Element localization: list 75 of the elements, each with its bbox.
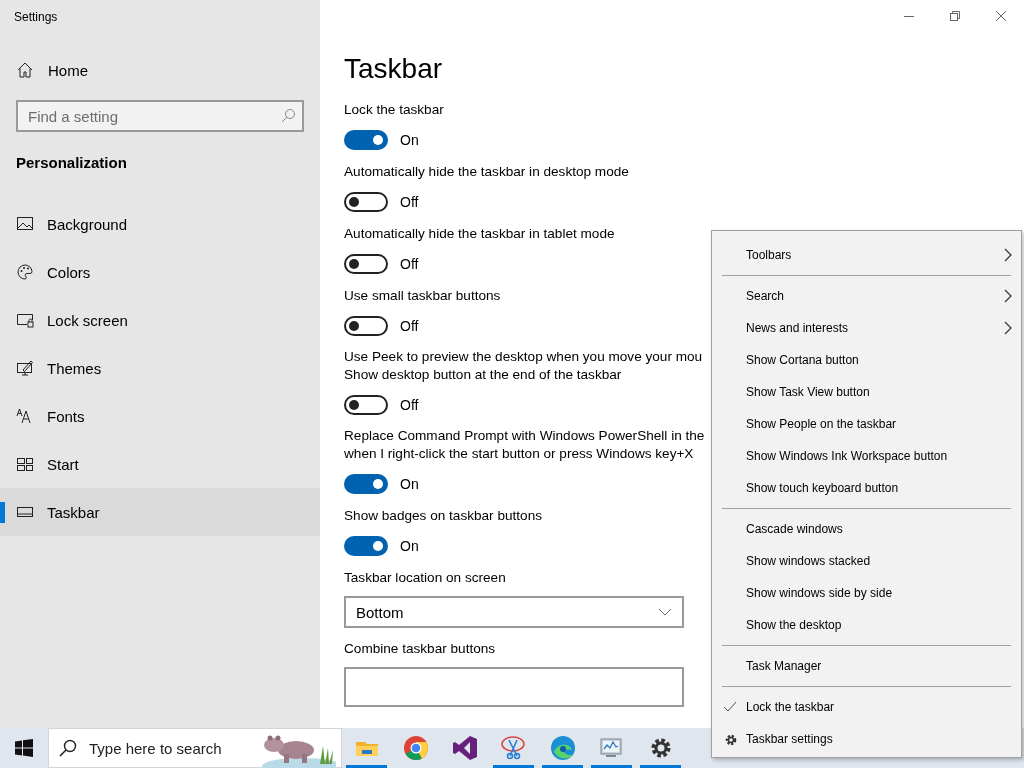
menu-item[interactable]: Show touch keyboard button	[712, 472, 1021, 504]
selection-indicator	[0, 502, 5, 523]
toggle-state: Off	[400, 397, 419, 413]
home-icon	[16, 61, 34, 79]
menu-item[interactable]: Cascade windows	[712, 513, 1021, 545]
toggle-state: Off	[400, 318, 419, 334]
toggle-state: Off	[400, 256, 419, 272]
toggle-switch[interactable]	[344, 316, 388, 336]
search-field[interactable]: Find a setting	[16, 100, 304, 132]
menu-item[interactable]: Taskbar settings	[712, 723, 1021, 755]
menu-item[interactable]: Show Windows Ink Workspace button	[712, 440, 1021, 472]
sidebar-item[interactable]: Background	[0, 200, 320, 248]
wave-logo-icon	[548, 734, 577, 762]
round-browser-icon	[401, 734, 430, 762]
menu-item[interactable]: Show Cortana button	[712, 344, 1021, 376]
section-heading: Personalization	[16, 154, 127, 171]
toggle-state: Off	[400, 194, 419, 210]
sidebar-item[interactable]: Start	[0, 440, 320, 488]
chevron-down-icon	[658, 608, 672, 616]
setting-label: Lock the taskbar	[344, 101, 444, 119]
setting-label: Use small taskbar buttons	[344, 287, 501, 305]
image-icon	[16, 215, 34, 233]
toggle-switch[interactable]	[344, 474, 388, 494]
setting-label: Combine taskbar buttons	[344, 640, 496, 658]
sidebar-item[interactable]: Lock screen	[0, 296, 320, 344]
sidebar-item[interactable]: Taskbar	[0, 488, 320, 536]
menu-item[interactable]: Show windows side by side	[712, 577, 1021, 609]
toggle-switch[interactable]	[344, 192, 388, 212]
menu-item[interactable]: Show windows stacked	[712, 545, 1021, 577]
setting-label: Replace Command Prompt with Windows PowerShell in the when I right-click the start button or press Windows key+X	[344, 427, 705, 463]
sidebar-item[interactable]: Colors	[0, 248, 320, 296]
setting-label: Taskbar location on screen	[344, 569, 506, 587]
chevron-right-icon	[1004, 289, 1012, 303]
toggle-switch[interactable]	[344, 395, 388, 415]
lock-screen-icon	[16, 311, 34, 329]
toggle-switch[interactable]	[344, 254, 388, 274]
toggle-switch[interactable]	[344, 130, 388, 150]
setting-label: Automatically hide the taskbar in desktop mode	[344, 163, 629, 181]
restore-icon[interactable]	[950, 11, 960, 21]
menu-item[interactable]: News and interests	[712, 312, 1021, 344]
menu-item[interactable]: Task Manager	[712, 650, 1021, 682]
font-icon	[16, 407, 34, 425]
menu-item[interactable]: Toolbars	[712, 239, 1021, 271]
scissors-icon	[499, 734, 528, 762]
menu-item[interactable]: Show Task View button	[712, 376, 1021, 408]
dropdown[interactable]: Bottom	[344, 596, 684, 628]
toggle-state: On	[400, 538, 419, 554]
menu-item[interactable]: Lock the taskbar	[712, 691, 1021, 723]
toggle-state: On	[400, 476, 419, 492]
checkmark-icon	[723, 701, 737, 713]
menu-item[interactable]: Search	[712, 280, 1021, 312]
close-icon[interactable]	[996, 11, 1006, 21]
menu-item[interactable]: Show People on the taskbar	[712, 408, 1021, 440]
home-link[interactable]: Home	[0, 50, 104, 90]
sidebar-item[interactable]: Fonts	[0, 392, 320, 440]
brush-monitor-icon	[16, 359, 34, 377]
chevron-right-icon	[1004, 321, 1012, 335]
sidebar-item[interactable]: Themes	[0, 344, 320, 392]
search-icon	[59, 739, 77, 757]
dropdown[interactable]	[344, 667, 684, 707]
setting-label: Use Peek to preview the desktop when you move your mou Show desktop button at the end of the taskbar	[344, 348, 703, 384]
window-title: Settings	[14, 10, 58, 24]
ribbon-logo-icon	[450, 734, 479, 762]
search-icon	[280, 108, 296, 124]
chevron-right-icon	[1004, 248, 1012, 262]
toggle-switch[interactable]	[344, 536, 388, 556]
gear-icon	[724, 733, 738, 747]
palette-icon	[16, 263, 34, 281]
menu-item[interactable]: Show the desktop	[712, 609, 1021, 641]
toggle-state: On	[400, 132, 419, 148]
windows-logo-icon	[15, 739, 33, 757]
page-heading: Taskbar	[344, 53, 443, 85]
setting-label: Automatically hide the taskbar in tablet mode	[344, 225, 615, 243]
setting-label: Show badges on taskbar buttons	[344, 507, 542, 525]
tiles-icon	[16, 455, 34, 473]
